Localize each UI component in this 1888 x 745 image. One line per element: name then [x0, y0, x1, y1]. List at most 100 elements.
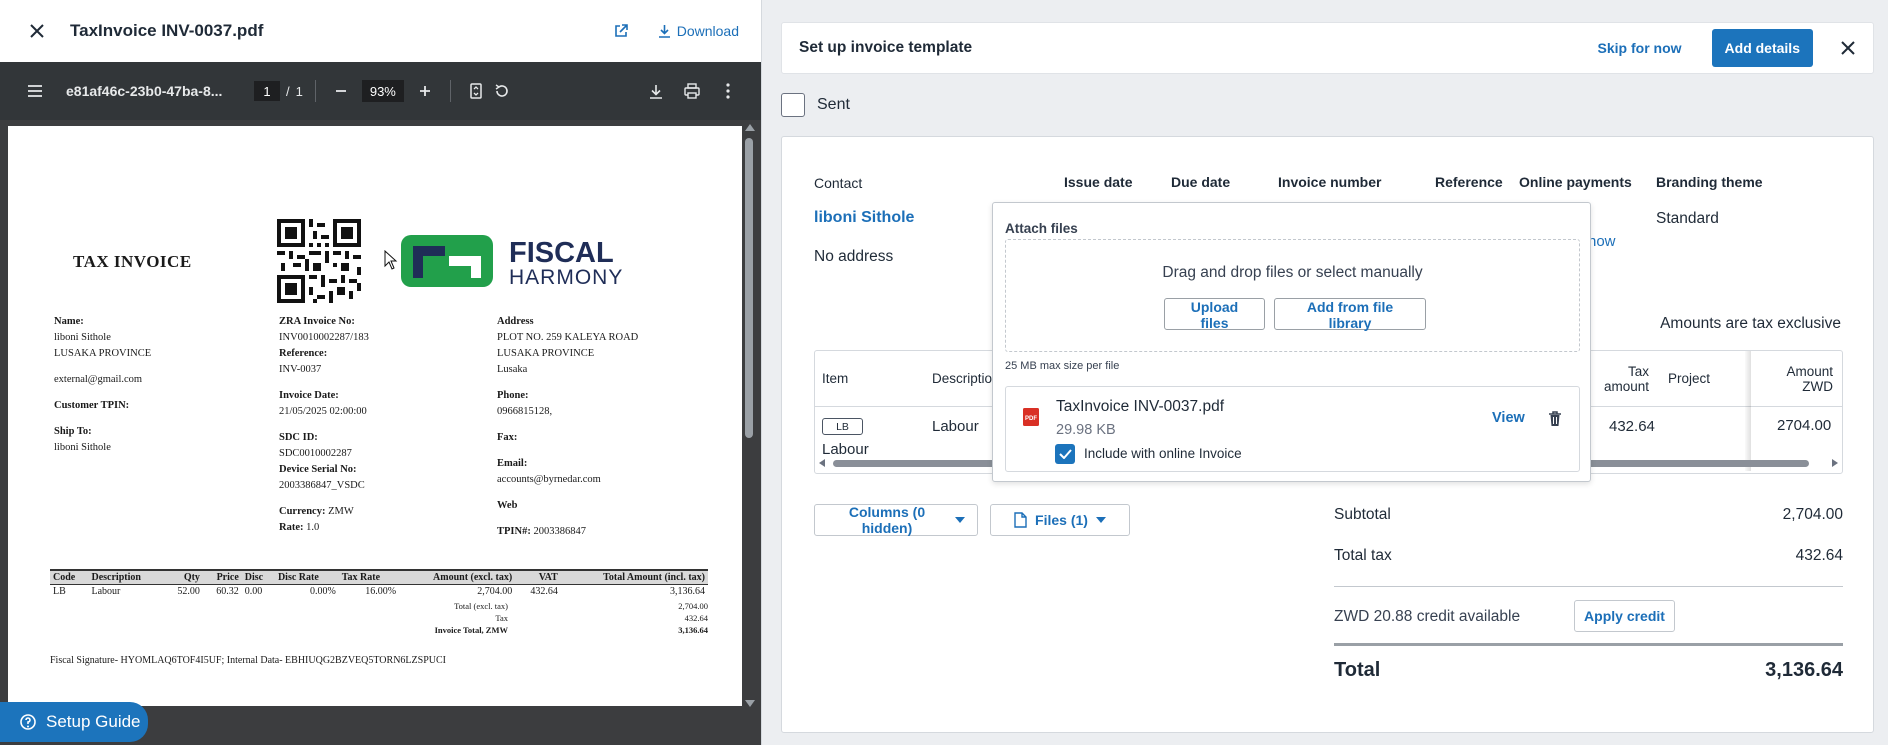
chevron-down-icon [955, 517, 965, 523]
mouse-cursor-icon [384, 250, 398, 270]
sent-checkbox[interactable] [781, 93, 805, 117]
check-icon [1058, 449, 1072, 459]
phone-value: 0966815128, [497, 406, 553, 417]
file-icon [1014, 512, 1027, 528]
zoom-out-button[interactable] [328, 78, 354, 104]
table-cell: 2,704.00 [477, 586, 513, 597]
rotate-button[interactable] [489, 78, 515, 104]
toolbar-divider [449, 80, 451, 102]
scroll-right-arrow[interactable] [1832, 459, 1838, 467]
pdf-viewer: e81af46c-23b0-47ba-8... / 1 93% [0, 62, 761, 745]
scroll-up-arrow[interactable] [745, 124, 755, 131]
attached-file-name: TaxInvoice INV-0037.pdf [1056, 398, 1225, 415]
item-amount[interactable]: 2704.00 [1777, 417, 1831, 434]
address-line-2: LUSAKA PROVINCE [497, 348, 595, 359]
chevron-down-icon [1095, 517, 1106, 523]
item-description[interactable]: Labour [932, 418, 979, 435]
due-date-label: Due date [1171, 174, 1231, 190]
web-label: Web [497, 500, 518, 511]
invoice-date-value: 21/05/2025 02:00:00 [279, 406, 367, 417]
setup-guide-button[interactable]: Setup Guide [0, 702, 148, 742]
item-name[interactable]: Labour [822, 441, 869, 458]
qr-code [277, 219, 361, 303]
external-link-icon [614, 24, 628, 37]
download-button[interactable]: Download [658, 23, 739, 39]
skip-for-now-button[interactable]: Skip for now [1598, 40, 1682, 56]
page-number-input[interactable] [254, 81, 280, 101]
minus-icon [335, 90, 346, 92]
invoice-lines-table: Code Description Qty Price Disc Disc Rat… [50, 569, 708, 598]
pdf-total-excl-label: Total (excl. tax) [454, 601, 508, 611]
pdf-content-area[interactable]: TAX INVOICE FISCAL HARMONY Name: liboni … [0, 120, 761, 745]
total-tax-label: Total tax [1334, 547, 1392, 564]
device-value: 2003386847_VSDC [279, 480, 365, 491]
document-title: TaxInvoice INV-0037.pdf [70, 21, 264, 40]
pdf-download-button[interactable] [643, 78, 669, 104]
more-options-button[interactable] [715, 78, 741, 104]
apply-credit-button[interactable]: Apply credit [1574, 600, 1675, 632]
total-label: Total [1334, 659, 1381, 681]
print-button[interactable] [679, 78, 705, 104]
open-external-button[interactable] [610, 20, 632, 42]
summary-divider [1334, 586, 1843, 587]
tax-invoice-heading: TAX INVOICE [73, 252, 192, 271]
files-dropdown-button[interactable]: Files (1) [990, 504, 1130, 536]
pdf-menu-button[interactable] [22, 78, 48, 104]
close-viewer-button[interactable] [24, 18, 50, 44]
pdf-tax-label: Tax [495, 613, 508, 623]
zoom-in-button[interactable] [412, 78, 438, 104]
email-label: Email: [497, 458, 528, 469]
view-file-button[interactable]: View [1492, 410, 1525, 426]
add-from-library-button[interactable]: Add from file library [1274, 298, 1426, 331]
total-value: 3,136.64 [1765, 659, 1843, 681]
online-payments-label: Online payments [1519, 174, 1632, 190]
table-header: Total Amount (incl. tax) [560, 569, 708, 585]
contact-name-link[interactable]: liboni Sithole [814, 209, 914, 227]
columns-dropdown-button[interactable]: Columns (0 hidden) [814, 504, 978, 536]
table-cell: 0.00 [244, 586, 263, 597]
table-cell: 60.32 [216, 586, 239, 597]
more-vertical-icon [726, 83, 730, 99]
column-header-description: Description [932, 371, 1000, 386]
pdf-scrollbar[interactable] [745, 138, 753, 438]
delete-file-button[interactable] [1546, 410, 1564, 428]
reference-value: INV-0037 [279, 364, 322, 375]
fax-label: Fax: [497, 432, 518, 443]
address-line-1: PLOT NO. 259 KALEYA ROAD [497, 332, 639, 343]
pdf-tax-value: 432.64 [684, 613, 708, 623]
pdf-total-excl-value: 2,704.00 [678, 601, 708, 611]
contact-address: No address [814, 248, 894, 265]
invoice-number-label: Invoice number [1278, 174, 1382, 190]
close-banner-button[interactable] [1837, 37, 1859, 59]
add-details-button[interactable]: Add details [1711, 29, 1813, 67]
branding-theme-value[interactable]: Standard [1656, 210, 1719, 228]
scroll-left-arrow[interactable] [819, 459, 825, 467]
fit-page-button[interactable] [463, 78, 489, 104]
amounts-tax-mode[interactable]: Amounts are tax exclusive [1660, 315, 1841, 333]
pdf-file-icon-text: PDF [1025, 416, 1037, 422]
tax-amount-header-line1: Tax [1627, 363, 1649, 379]
table-row: LB Labour 52.00 60.32 0.00 0.00% 16.00% … [50, 585, 708, 599]
online-payments-link[interactable]: now [1588, 233, 1616, 250]
upload-files-button[interactable]: Upload files [1164, 298, 1265, 331]
seller-details: Address PLOT NO. 259 KALEYA ROAD LUSAKA … [497, 314, 717, 540]
invoice-details: ZRA Invoice No: INV0010002287/183 Refere… [279, 314, 479, 536]
include-online-checkbox[interactable] [1055, 444, 1075, 464]
file-drop-zone[interactable]: Drag and drop files or select manually U… [1005, 239, 1580, 352]
column-header-tax-amount: Tax amount [1604, 351, 1649, 406]
column-header-item: Item [822, 371, 849, 386]
zoom-level[interactable]: 93% [361, 80, 404, 102]
sent-label: Sent [817, 96, 850, 113]
scroll-down-arrow[interactable] [745, 700, 755, 707]
pdf-filename: e81af46c-23b0-47ba-8... [66, 83, 223, 99]
item-tax-amount: 432.64 [1609, 418, 1655, 435]
fiscal-signature: Fiscal Signature- HYOMLAQ6TOF4I5UF; Inte… [50, 655, 446, 666]
fiscal-harmony-logo: FISCAL HARMONY [401, 235, 622, 289]
table-cell: Labour [91, 586, 121, 597]
branding-theme-label: Branding theme [1656, 174, 1763, 190]
table-header: Amount (excl. tax) [399, 569, 516, 585]
table-header: Qty [164, 569, 203, 585]
toolbar-divider [314, 80, 316, 102]
close-icon [30, 24, 44, 38]
sdc-value: SDC0010002287 [279, 448, 352, 459]
